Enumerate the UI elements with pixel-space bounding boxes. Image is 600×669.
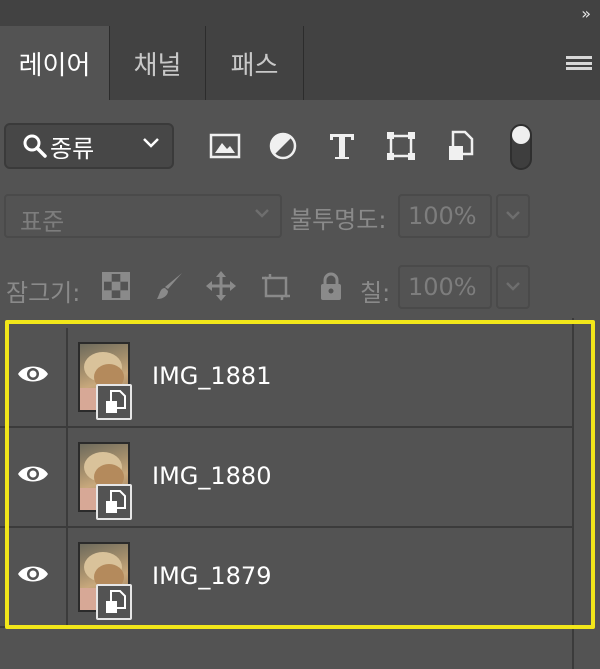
chevron-down-icon [143,138,159,148]
visibility-cell[interactable] [0,328,68,426]
visibility-cell[interactable] [0,428,68,526]
layer-name[interactable]: IMG_1879 [152,562,271,590]
smart-object-badge-icon [96,584,132,620]
layer-name[interactable]: IMG_1880 [152,462,271,490]
chevron-down-icon [255,209,269,218]
eye-icon[interactable] [16,562,50,586]
search-icon [23,134,47,158]
smart-object-badge-icon [96,484,132,520]
layer-row[interactable]: IMG_1879 [0,528,572,628]
fill-label: 칠: [360,279,391,307]
lock-image-pixels-icon[interactable] [154,270,186,302]
shape-filter-icon[interactable] [383,128,419,164]
collapse-panel-button[interactable]: ›› [581,4,591,23]
layers-scrollbar-track[interactable] [572,318,574,669]
tab-layers-label: 레이어 [18,50,91,81]
tab-paths-label: 패스 [230,50,279,81]
chevron-down-icon [506,211,520,220]
image-filter-icon[interactable] [207,128,243,164]
filter-toggle[interactable] [510,124,532,170]
opacity-input[interactable]: 100% [398,194,492,238]
filter-kind-select[interactable]: 종류 [4,123,174,169]
filter-kind-label: 종류 [50,134,95,163]
lock-artboard-icon[interactable] [260,270,292,302]
fill-input[interactable]: 100% [398,265,492,309]
type-filter-icon[interactable] [324,128,360,164]
panel-tabs: 레이어 채널 패스 [0,26,600,100]
blend-mode-value: 표준 [20,208,65,236]
eye-icon[interactable] [16,362,50,386]
adjustment-filter-icon[interactable] [265,128,301,164]
tab-channels[interactable]: 채널 [110,26,206,100]
layer-name[interactable]: IMG_1881 [152,362,271,390]
chevron-down-icon [506,282,520,291]
layer-row[interactable]: IMG_1881 [0,328,572,428]
panel-menu-icon[interactable] [566,56,592,72]
toggle-knob [512,126,530,144]
opacity-dropdown-button[interactable] [496,194,530,238]
visibility-cell[interactable] [0,528,68,626]
tab-paths[interactable]: 패스 [206,26,304,100]
tab-layers[interactable]: 레이어 [0,26,110,100]
lock-all-icon[interactable] [315,270,347,302]
lock-label: 잠그기: [6,279,81,307]
smart-object-filter-icon[interactable] [443,128,479,164]
eye-icon[interactable] [16,462,50,486]
lock-position-icon[interactable] [205,270,237,302]
layer-row[interactable]: IMG_1880 [0,428,572,528]
lock-transparent-pixels-icon[interactable] [100,270,132,302]
panel-top-bar: ›› [0,0,600,26]
blend-mode-select[interactable]: 표준 [4,194,282,238]
fill-dropdown-button[interactable] [496,265,530,309]
opacity-label: 불투명도: [290,206,387,234]
tab-channels-label: 채널 [133,50,182,81]
smart-object-badge-icon [96,384,132,420]
layers-list: IMG_1881 IMG_1880 IMG_1879 [0,318,600,669]
